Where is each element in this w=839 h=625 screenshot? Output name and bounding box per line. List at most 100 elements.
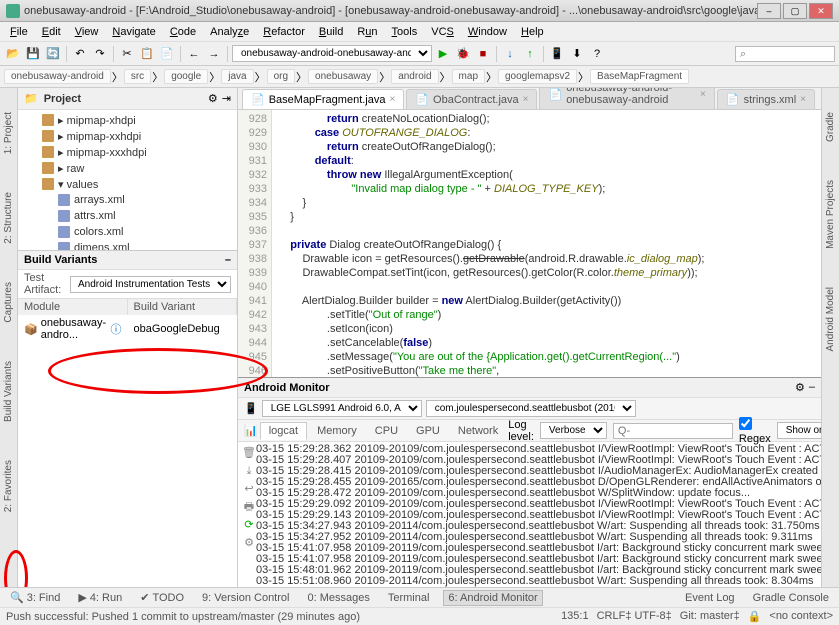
editor-tab[interactable]: 📄BaseMapFragment.java× [242,89,404,109]
tree-item[interactable]: ▾ values [18,176,237,192]
copy-icon[interactable]: 📋 [138,45,156,63]
status-enc[interactable]: CRLF‡ UTF-8‡ [597,610,672,623]
crumb-3[interactable]: java [221,69,253,84]
bt-find[interactable]: 🔍 3: Find [6,590,64,605]
cut-icon[interactable]: ✂ [118,45,136,63]
loglevel-select[interactable]: Verbose [540,422,607,439]
editor-tab[interactable]: 📄onebusaway-android-onebusaway-android× [539,88,714,109]
close-tab-icon[interactable]: × [700,89,706,100]
close-tab-icon[interactable]: × [523,94,529,105]
process-select[interactable]: com.joulespersecond.seattlebusbot (20109… [426,400,636,417]
tree-item[interactable]: ▸ raw [18,160,237,176]
bt-messages[interactable]: 0: Messages [303,591,373,605]
tab-cpu[interactable]: CPU [367,423,406,439]
bt-run[interactable]: ▶ 4: Run [74,590,126,605]
am-hide-icon[interactable]: – [809,381,815,394]
log-output[interactable]: 03-15 15:29:28.362 20109-20109/com.joule… [256,444,821,585]
info-icon[interactable]: ⓘ [111,321,122,337]
run-config-select[interactable]: onebusaway-android-onebusaway-android [232,45,432,62]
back-icon[interactable]: ← [185,45,203,63]
close-button[interactable]: ✕ [809,3,833,19]
bt-android-monitor[interactable]: 6: Android Monitor [443,590,542,606]
editor-tab[interactable]: 📄ObaContract.java× [406,89,537,109]
status-git[interactable]: Git: master‡ [680,610,740,623]
undo-icon[interactable]: ↶ [71,45,89,63]
avd-icon[interactable]: 📱 [548,45,566,63]
menu-tools[interactable]: Tools [386,24,424,40]
rail-build-variants[interactable]: Build Variants [2,357,15,426]
bt-event-log[interactable]: Event Log [681,591,739,605]
log-search-input[interactable] [613,423,733,439]
tree-item[interactable]: ▸ mipmap-xhdpi [18,112,237,128]
tree-item[interactable]: ▸ mipmap-xxhdpi [18,128,237,144]
close-tab-icon[interactable]: × [800,94,806,105]
menu-view[interactable]: View [69,24,105,40]
am-rail-icon[interactable]: 📊 [244,424,258,437]
minimize-button[interactable]: – [757,3,781,19]
bt-terminal[interactable]: Terminal [384,591,434,605]
close-tab-icon[interactable]: × [389,94,395,105]
menu-build[interactable]: Build [313,24,349,40]
crumb-0[interactable]: onebusaway-android [4,69,111,84]
tree-item[interactable]: attrs.xml [18,208,237,224]
bt-vcs[interactable]: 9: Version Control [198,591,293,605]
crumb-2[interactable]: google [164,69,208,84]
maximize-button[interactable]: ▢ [783,3,807,19]
log-clear-icon[interactable]: 🗑 [242,446,256,460]
vcs-commit-icon[interactable]: ↑ [521,45,539,63]
rail-gradle[interactable]: Gradle [824,108,837,146]
menu-navigate[interactable]: Navigate [106,24,161,40]
tab-gpu[interactable]: GPU [408,423,448,439]
search-everywhere[interactable] [735,46,835,62]
crumb-1[interactable]: src [124,69,151,84]
forward-icon[interactable]: → [205,45,223,63]
settings-icon[interactable]: ⚙ [208,92,218,105]
run-icon[interactable]: ▶ [434,45,452,63]
log-restart-icon[interactable]: ⟳ [242,518,256,532]
rail-maven[interactable]: Maven Projects [824,176,837,253]
tab-logcat[interactable]: logcat [260,422,307,440]
editor-tab[interactable]: 📄strings.xml× [717,89,815,109]
crumb-8[interactable]: googlemapsv2 [498,69,577,84]
bt-gradle-console[interactable]: Gradle Console [749,591,833,605]
tree-item[interactable]: ▸ mipmap-xxxhdpi [18,144,237,160]
redo-icon[interactable]: ↷ [91,45,109,63]
tree-item[interactable]: dimens.xml [18,240,237,250]
am-settings-icon[interactable]: ⚙ [795,381,805,394]
tree-item[interactable]: colors.xml [18,224,237,240]
status-pos[interactable]: 135:1 [561,610,589,623]
crumb-7[interactable]: map [452,69,485,84]
crumb-9[interactable]: BaseMapFragment [590,69,689,84]
log-scroll-icon[interactable]: ⤓ [242,464,256,478]
rail-captures[interactable]: Captures [2,278,15,327]
menu-edit[interactable]: Edit [36,24,67,40]
log-print-icon[interactable]: 🖶 [242,500,256,514]
rail-favorites[interactable]: 2: Favorites [2,456,15,516]
debug-icon[interactable]: 🐞 [454,45,472,63]
sdk-icon[interactable]: ⬇ [568,45,586,63]
device-select[interactable]: LGE LGLS991 Android 6.0, API 23 [262,400,422,417]
crumb-6[interactable]: android [391,69,438,84]
code-editor[interactable]: return createNoLocationDialog(); case OU… [272,110,821,377]
menu-code[interactable]: Code [164,24,202,40]
rail-android-model[interactable]: Android Model [824,283,837,355]
gutter[interactable]: 928 929 930 931 932 933 934 935 936 937 … [238,110,272,377]
menu-analyze[interactable]: Analyze [204,24,255,40]
menu-run[interactable]: Run [351,24,383,40]
sync-icon[interactable]: 🔄 [44,45,62,63]
menu-help[interactable]: Help [515,24,550,40]
menu-file[interactable]: File [4,24,34,40]
lock-icon[interactable]: 🔒 [748,610,762,623]
status-context[interactable]: <no context> [769,610,833,623]
tab-memory[interactable]: Memory [309,423,365,439]
bt-todo[interactable]: ✔ TODO [136,590,188,605]
help-icon[interactable]: ? [588,45,606,63]
log-wrap-icon[interactable]: ↩ [242,482,256,496]
bv-artifact-select[interactable]: Android Instrumentation Tests [70,276,231,293]
paste-icon[interactable]: 📄 [158,45,176,63]
menu-window[interactable]: Window [462,24,513,40]
menu-vcs[interactable]: VCS [425,24,460,40]
menu-refactor[interactable]: Refactor [257,24,311,40]
tab-network[interactable]: Network [450,423,506,439]
open-icon[interactable]: 📂 [4,45,22,63]
